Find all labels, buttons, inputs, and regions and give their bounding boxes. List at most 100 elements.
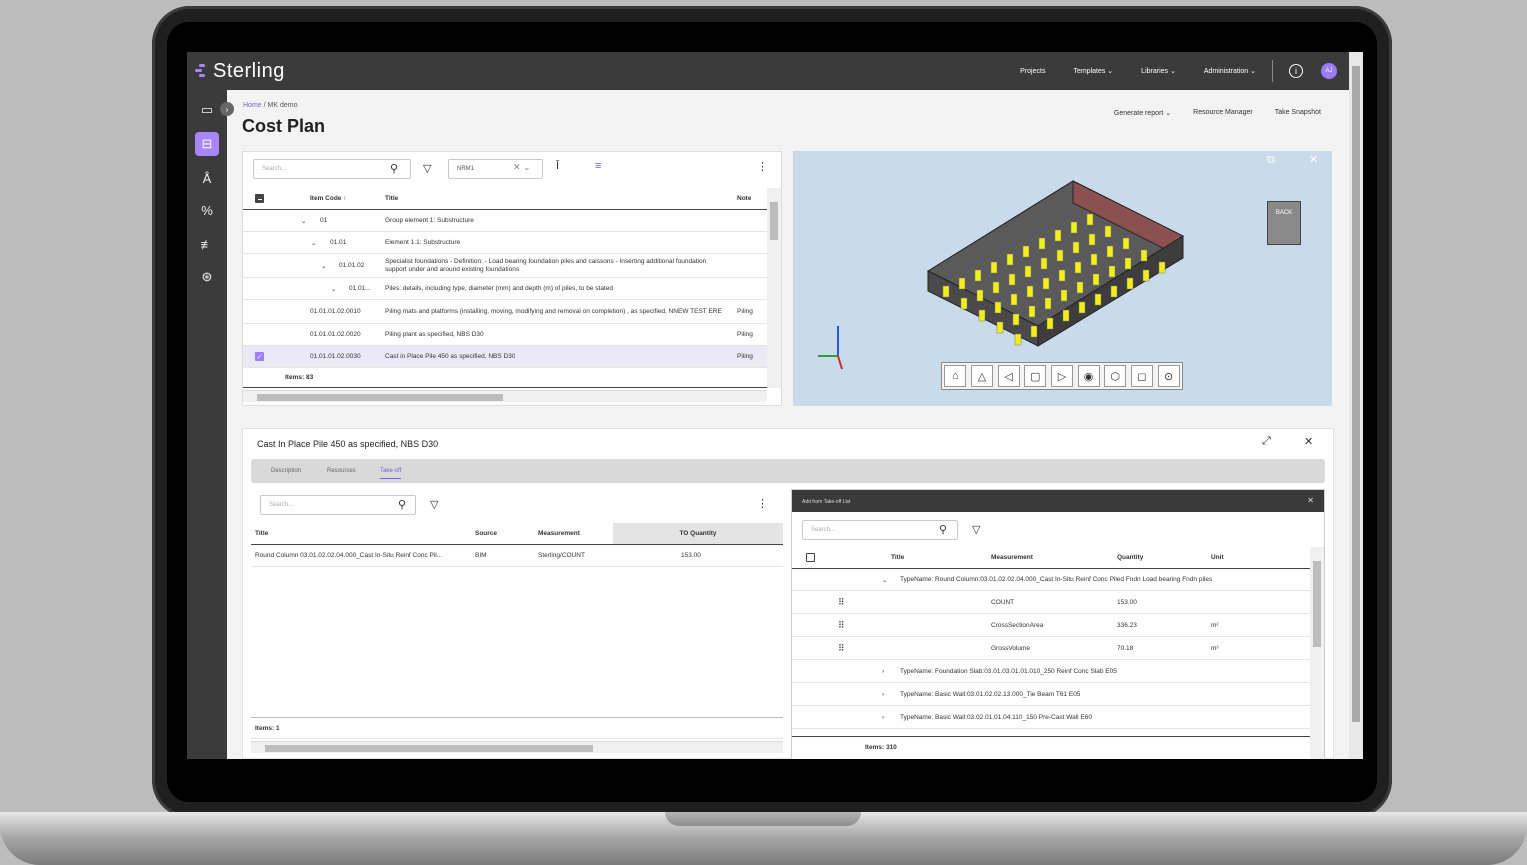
more-options-icon[interactable]: ⋮ (757, 497, 768, 510)
drag-handle-icon[interactable]: ⠿ (838, 614, 845, 636)
eye-icon[interactable]: ◉ (1077, 365, 1100, 387)
model-viewer[interactable]: ⧉ ✕ BACK ⌂ △ ◁ ▢ ▷ ◉ ⬡ ◻ ⊙ (793, 151, 1332, 406)
percent-icon[interactable]: % (195, 198, 219, 222)
breadcrumb-home[interactable]: Home (243, 102, 262, 109)
takeoff-hscroll-thumb[interactable] (265, 745, 593, 752)
table-vscroll-thumb[interactable] (770, 202, 778, 240)
header-measurement[interactable]: Measurement (538, 523, 580, 544)
popup-select-all-checkbox[interactable] (806, 553, 815, 562)
settings-icon[interactable]: ⊛ (195, 265, 219, 289)
search-icon[interactable]: ⚲ (398, 498, 406, 511)
select-all-checkbox[interactable] (255, 194, 264, 203)
nav-templates[interactable]: Templates ⌄ (1073, 67, 1113, 75)
drag-handle-icon[interactable]: ⠿ (838, 637, 845, 659)
measure-row[interactable]: ⠿ CrossSectionArea 336.23 m² (792, 614, 1310, 637)
popup-group-row[interactable]: ⌄ TypeName: Round Column:03.01.02.02.04.… (792, 569, 1310, 591)
header-source[interactable]: Source (475, 523, 497, 544)
header-title[interactable]: Title (891, 547, 904, 568)
orbit-icon[interactable]: ◁ (997, 365, 1020, 387)
table-row[interactable]: 01.01.01.02.0010 Piling mats and platfor… (243, 300, 767, 324)
cost-search-input[interactable]: Search... (253, 159, 411, 179)
tab-takeoff[interactable]: Take-off (380, 468, 402, 479)
expand-chevron-icon[interactable]: ⌄ (321, 254, 326, 277)
rail-expand-icon[interactable]: › (220, 102, 234, 116)
header-item-code[interactable]: Item Code ↑ (310, 188, 346, 209)
camera-icon[interactable]: ⊙ (1157, 365, 1180, 387)
brand-logo[interactable]: Sterling (195, 60, 285, 83)
perspective-icon[interactable]: △ (970, 365, 993, 387)
table-vscroll[interactable] (767, 188, 781, 388)
popup-vscroll[interactable] (1310, 547, 1324, 759)
header-note[interactable]: Note (737, 188, 751, 209)
page-scrollbar-thumb[interactable] (1352, 66, 1360, 722)
expand-chevron-icon[interactable]: › (882, 706, 884, 728)
wrap-text-icon[interactable]: ≡ (595, 160, 601, 172)
section-icon[interactable]: ⬡ (1104, 365, 1127, 387)
sliders-icon[interactable]: ≢ (195, 232, 219, 256)
box-icon[interactable]: ▢ (1024, 365, 1047, 387)
text-height-icon[interactable]: Ī (556, 160, 559, 172)
measure-row[interactable]: ⠿ COUNT 153.00 (792, 591, 1310, 614)
takeoff-search-input[interactable]: Search... (260, 495, 416, 515)
table-row[interactable]: ⌄ 01.01 Element 1.1: Substructure (243, 232, 767, 254)
header-quantity[interactable]: Quantity (1117, 547, 1143, 568)
expand-icon[interactable]: ⤢ (1262, 435, 1271, 448)
more-options-icon[interactable]: ⋮ (757, 160, 768, 173)
table-row-selected[interactable]: ✓ 01.01.01.02.0030 Cast in Place Pile 45… (243, 346, 767, 368)
nav-libraries[interactable]: Libraries ⌄ (1141, 67, 1176, 75)
cube-icon[interactable]: ◻ (1130, 365, 1153, 387)
filter-icon[interactable]: ▽ (430, 498, 438, 511)
table-row[interactable]: ⌄ 01 Group element 1: Substructure (243, 210, 767, 232)
table-row[interactable]: ⌄ 01.01.02 Specialist foundations - Defi… (243, 254, 767, 278)
search-icon[interactable]: ⚲ (390, 162, 398, 175)
nav-projects[interactable]: Projects (1020, 68, 1045, 75)
filter-icon[interactable]: ▽ (423, 162, 431, 175)
expand-chevron-icon[interactable]: ⌄ (882, 569, 887, 590)
tab-resources[interactable]: Resources (327, 468, 356, 474)
expand-chevron-icon[interactable]: ⌄ (301, 210, 306, 231)
cost-plan-icon[interactable]: ⊟ (195, 132, 219, 156)
header-to-quantity[interactable]: TO Quantity (613, 523, 783, 544)
tab-description[interactable]: Description (271, 468, 301, 474)
header-title[interactable]: Title (255, 523, 268, 544)
generate-report-button[interactable]: Generate report ⌄ (1114, 109, 1171, 117)
popup-group-row[interactable]: › TypeName: Basic Wall:03.02.01.01.04.11… (792, 706, 1310, 729)
filter-icon[interactable]: ▽ (972, 523, 980, 536)
close-viewer-icon[interactable]: ✕ (1309, 153, 1318, 166)
expand-chevron-icon[interactable]: › (882, 683, 884, 705)
avatar[interactable]: AJ (1321, 63, 1337, 79)
nav-administration[interactable]: Administration ⌄ (1204, 67, 1256, 75)
home-icon[interactable]: ⌂ (944, 365, 967, 387)
drag-handle-icon[interactable]: ⠿ (838, 591, 845, 613)
table-row[interactable]: 01.01.01.02.0020 Piling plant as specifi… (243, 324, 767, 346)
viewcube[interactable]: BACK (1267, 201, 1301, 245)
table-row[interactable]: Round Column 03.01.02.02.04.000_Cast In-… (251, 545, 783, 567)
folder-icon[interactable]: ▭ (195, 98, 219, 122)
popup-close-icon[interactable]: ✕ (1307, 496, 1314, 505)
close-icon[interactable]: ✕ (1304, 435, 1313, 448)
building-model[interactable] (923, 176, 1203, 366)
expand-chevron-icon[interactable]: › (882, 660, 884, 682)
table-hscroll[interactable] (243, 390, 767, 402)
info-icon[interactable]: i (1289, 64, 1303, 78)
take-snapshot-button[interactable]: Take Snapshot (1275, 109, 1321, 117)
page-scrollbar[interactable] (1349, 52, 1363, 759)
clear-select-icon[interactable]: ✕ ⌄ (513, 162, 531, 173)
popup-search-input[interactable]: Search... (802, 520, 958, 540)
popup-group-row[interactable]: › TypeName: Foundation Slab:03.01.03.01.… (792, 660, 1310, 683)
row-checkbox[interactable]: ✓ (255, 352, 264, 361)
header-measurement[interactable]: Measurement (991, 547, 1033, 568)
measure-row[interactable]: ⠿ GrossVolume 70.18 m³ (792, 637, 1310, 660)
resource-manager-button[interactable]: Resource Manager (1193, 109, 1253, 117)
table-hscroll-thumb[interactable] (257, 394, 503, 401)
open-external-icon[interactable]: ⧉ (1267, 154, 1275, 167)
takeoff-hscroll[interactable] (251, 741, 783, 753)
header-unit[interactable]: Unit (1211, 547, 1224, 568)
search-icon[interactable]: ⚲ (939, 523, 947, 536)
compass-icon[interactable]: Å (195, 166, 219, 190)
select-icon[interactable]: ▷ (1050, 365, 1073, 387)
popup-vscroll-thumb[interactable] (1313, 561, 1321, 647)
popup-group-row[interactable]: › TypeName: Basic Wall:03.01.02.02.13.00… (792, 683, 1310, 706)
header-title[interactable]: Title (385, 188, 398, 209)
expand-chevron-icon[interactable]: ⌄ (311, 232, 316, 253)
